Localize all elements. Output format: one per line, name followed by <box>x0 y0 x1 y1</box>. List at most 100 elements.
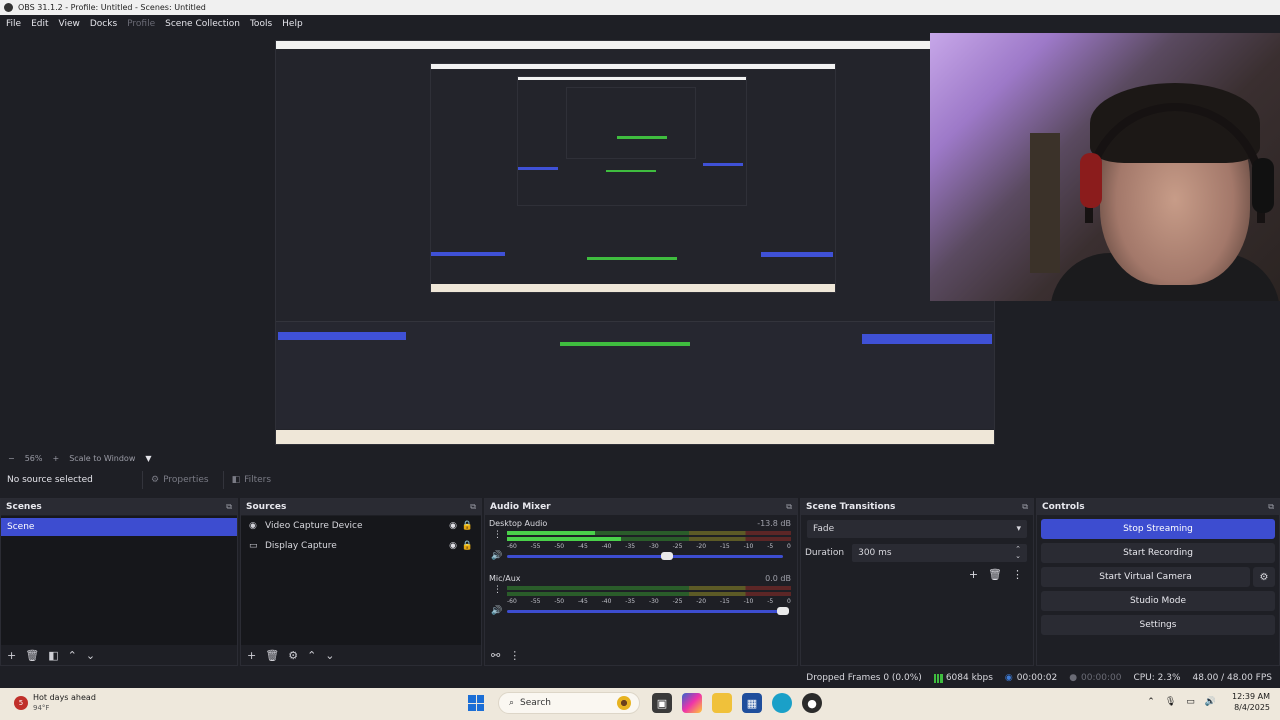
copilot-icon[interactable] <box>682 693 702 713</box>
menu-profile[interactable]: Profile <box>127 19 155 29</box>
transition-select[interactable]: Fade ▾ <box>807 520 1027 538</box>
more-icon[interactable]: ⋮ <box>509 649 520 662</box>
speaker-icon[interactable]: 🔊 <box>491 606 502 616</box>
speaker-icon[interactable]: 🔊 <box>1205 697 1216 707</box>
preview-canvas[interactable] <box>275 40 995 445</box>
menu-help[interactable]: Help <box>282 19 303 29</box>
trash-icon[interactable]: 🗑 <box>265 649 279 662</box>
trash-icon[interactable]: 🗑 <box>988 568 1002 581</box>
nested-stop-btn <box>703 163 743 166</box>
settings-button[interactable]: Settings <box>1041 615 1275 635</box>
record-time: ● 00:00:00 <box>1069 673 1121 683</box>
more-icon[interactable]: ⋮ <box>1012 568 1023 581</box>
store-icon[interactable]: ▦ <box>742 693 762 713</box>
scene-item[interactable]: Scene <box>1 518 237 536</box>
start-recording-button[interactable]: Start Recording <box>1041 543 1275 563</box>
audio-mixer-dock-title: Audio Mixer ⧉ <box>485 499 797 515</box>
move-up-icon[interactable]: ⌃ <box>307 649 316 662</box>
sources-list[interactable]: ◉ Video Capture Device ◉ 🔒 ▭ Display Cap… <box>241 516 481 645</box>
zoom-in-button[interactable]: + <box>52 454 59 463</box>
start-virtual-camera-button[interactable]: Start Virtual Camera <box>1041 567 1250 587</box>
source-item[interactable]: ◉ Video Capture Device ◉ 🔒 <box>241 516 481 536</box>
undock-icon[interactable]: ⧉ <box>470 502 476 512</box>
scale-mode[interactable]: Scale to Window <box>69 454 135 463</box>
move-down-icon[interactable]: ⌄ <box>325 649 334 662</box>
task-view-icon[interactable]: ▣ <box>652 693 672 713</box>
move-up-icon[interactable]: ⌃ <box>68 649 77 662</box>
meter-tick-label: -35 <box>625 543 636 550</box>
sources-title: Sources <box>246 502 287 512</box>
volume-slider[interactable] <box>507 607 789 615</box>
properties-button[interactable]: ⚙ Properties <box>142 471 209 489</box>
eye-icon[interactable]: ◉ <box>449 541 457 551</box>
volume-slider[interactable] <box>507 552 783 560</box>
eye-icon[interactable]: ◉ <box>449 521 457 531</box>
taskbar-search[interactable]: ⌕ Search <box>498 692 640 714</box>
file-explorer-icon[interactable] <box>712 693 732 713</box>
weather-title: Hot days ahead <box>33 693 96 702</box>
gear-icon[interactable]: ⚙ <box>288 649 298 662</box>
microphone-icon[interactable]: 🎙 <box>1165 697 1176 707</box>
source-item[interactable]: ▭ Display Capture ◉ 🔒 <box>241 536 481 556</box>
stop-streaming-button[interactable]: Stop Streaming <box>1041 519 1275 539</box>
trash-icon[interactable]: 🗑 <box>25 649 39 662</box>
level-fill <box>507 531 596 535</box>
scene-filters-icon[interactable]: ◧ <box>48 649 58 662</box>
chevron-up-icon[interactable]: ⌃ <box>1147 697 1155 707</box>
add-icon[interactable]: + <box>969 568 978 581</box>
gear-icon[interactable]: ⚙ <box>1253 567 1275 587</box>
move-down-icon[interactable]: ⌄ <box>86 649 95 662</box>
stream-time-value: 00:00:02 <box>1016 673 1058 683</box>
add-icon[interactable]: + <box>247 649 256 662</box>
lock-icon[interactable]: 🔒 <box>462 521 473 531</box>
record-time-value: 00:00:00 <box>1081 673 1122 683</box>
spinner-icon[interactable]: ⌃ ⌄ <box>1015 546 1021 560</box>
scenes-title: Scenes <box>6 502 42 512</box>
lock-icon[interactable]: 🔒 <box>462 541 473 551</box>
add-icon[interactable]: + <box>7 649 16 662</box>
mixer-toolbar: ⚯ ⋮ <box>485 645 797 665</box>
obs-taskbar-icon[interactable]: ● <box>802 693 822 713</box>
clock[interactable]: 12:39 AM 8/4/2025 <box>1232 691 1270 713</box>
volume-knob[interactable] <box>777 607 789 615</box>
undock-icon[interactable]: ⧉ <box>1268 502 1274 512</box>
scenes-list[interactable]: Scene <box>1 516 237 645</box>
studio-mode-button[interactable]: Studio Mode <box>1041 591 1275 611</box>
undock-icon[interactable]: ⧉ <box>226 502 232 512</box>
speaker-icon[interactable]: 🔊 <box>491 551 502 561</box>
zoom-out-button[interactable]: − <box>8 454 15 463</box>
monitor-icon[interactable]: ▭ <box>1186 697 1195 707</box>
transitions-title: Scene Transitions <box>806 502 896 512</box>
menu-scene-collection[interactable]: Scene Collection <box>165 19 240 29</box>
windows-start-icon[interactable] <box>468 695 484 711</box>
controls-dock: Controls ⧉ Stop Streaming Start Recordin… <box>1036 498 1280 666</box>
sources-toolbar: + 🗑 ⚙ ⌃ ⌄ <box>241 645 481 665</box>
volume-knob[interactable] <box>661 552 674 560</box>
weather-widget[interactable]: 5 Hot days ahead 94°F <box>14 693 96 713</box>
signal-icon <box>933 673 943 683</box>
scale-dropdown-icon[interactable]: ▼ <box>145 454 151 463</box>
menu-tools[interactable]: Tools <box>250 19 272 29</box>
menu-view[interactable]: View <box>59 19 80 29</box>
filters-button[interactable]: ◧ Filters <box>222 471 271 489</box>
link-icon[interactable]: ⚯ <box>491 649 500 662</box>
undock-icon[interactable]: ⧉ <box>1022 502 1028 512</box>
nested-stop-btn-2 <box>761 252 833 257</box>
menu-docks[interactable]: Docks <box>90 19 117 29</box>
webcam-feed <box>930 33 1280 301</box>
nested-preview-4 <box>566 87 696 159</box>
more-icon[interactable]: ⋮ <box>493 531 502 540</box>
menu-edit[interactable]: Edit <box>31 19 48 29</box>
undock-icon[interactable]: ⧉ <box>786 502 792 512</box>
meter-tick-label: -50 <box>554 598 565 605</box>
duration-input[interactable]: 300 ms ⌃ ⌄ <box>852 544 1027 562</box>
more-icon[interactable]: ⋮ <box>493 586 502 595</box>
menu-file[interactable]: File <box>6 19 21 29</box>
nested-title-bar-3 <box>518 77 746 80</box>
edge-icon[interactable] <box>772 693 792 713</box>
meter-tick-label: -5 <box>767 598 774 605</box>
meter-tick-label: -35 <box>625 598 636 605</box>
no-source-label: No source selected <box>7 475 93 485</box>
sunflower-icon <box>617 696 631 710</box>
preview-area[interactable] <box>0 33 1280 451</box>
